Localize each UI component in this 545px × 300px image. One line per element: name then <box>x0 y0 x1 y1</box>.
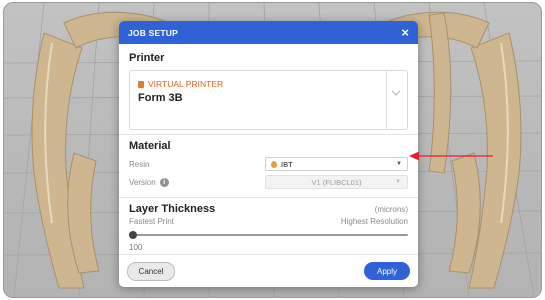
cancel-button[interactable]: Cancel <box>127 261 175 281</box>
version-value: V1 (FLIBCL01) <box>311 177 362 187</box>
version-select: V1 (FLIBCL01) ▼ <box>265 175 408 189</box>
layer-thickness-slider[interactable] <box>129 227 408 241</box>
version-row: Version i V1 (FLIBCL01) ▼ <box>119 173 418 191</box>
fastest-print-label: Fastest Print <box>129 217 174 226</box>
layer-thickness-value: 100 <box>129 243 143 252</box>
layer-thickness-units: (microns) <box>374 204 408 214</box>
highest-resolution-label: Highest Resolution <box>340 217 408 226</box>
printer-heading: Printer <box>129 52 165 64</box>
printer-divider <box>386 71 387 129</box>
dropdown-arrow-icon: ▼ <box>395 179 401 185</box>
resin-value: IBT <box>281 159 293 169</box>
chevron-down-icon[interactable] <box>391 90 401 97</box>
layer-thickness-heading: Layer Thickness <box>129 203 216 215</box>
dialog-title: JOB SETUP <box>128 27 178 38</box>
material-heading: Material <box>129 140 171 152</box>
printer-type: VIRTUAL PRINTER <box>138 79 223 89</box>
dialog-footer: Cancel Apply <box>119 254 418 287</box>
version-label: Version <box>129 177 156 187</box>
dialog-titlebar: JOB SETUP × <box>119 21 418 44</box>
resin-row: Resin IBT ▼ <box>119 155 418 173</box>
layer-thickness-header: Layer Thickness (microns) <box>119 198 418 216</box>
slider-labels: Fastest Print Highest Resolution <box>119 216 418 227</box>
apply-button[interactable]: Apply <box>364 262 410 280</box>
slider-thumb[interactable] <box>129 231 137 239</box>
printer-selector[interactable]: VIRTUAL PRINTER Form 3B <box>129 70 408 130</box>
version-label-group: Version i <box>129 177 169 187</box>
slider-track <box>129 234 408 236</box>
printer-model: Form 3B <box>138 92 183 104</box>
job-setup-dialog: JOB SETUP × Printer VIRTUAL PRINTER Form… <box>119 21 418 287</box>
close-icon[interactable]: × <box>401 26 409 39</box>
resin-select[interactable]: IBT ▼ <box>265 157 408 171</box>
printer-type-label: VIRTUAL PRINTER <box>148 79 224 89</box>
resin-label: Resin <box>129 159 150 169</box>
annotation-arrow <box>409 151 493 161</box>
info-icon[interactable]: i <box>159 177 169 187</box>
printer-icon <box>138 80 144 88</box>
dropdown-arrow-icon: ▼ <box>396 161 402 167</box>
resin-drop-icon <box>271 160 277 168</box>
